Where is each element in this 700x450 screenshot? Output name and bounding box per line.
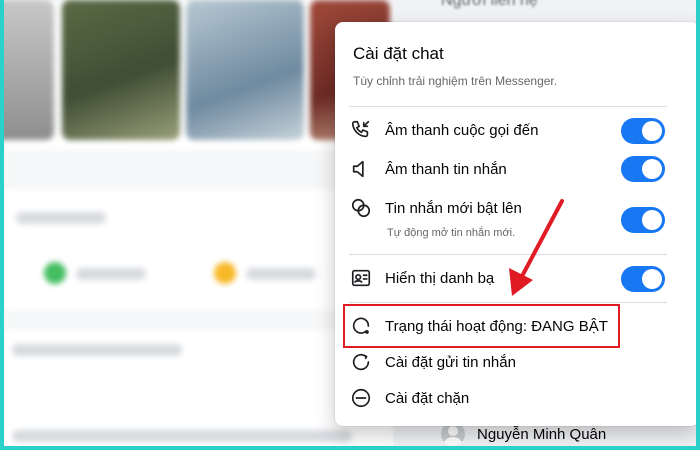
setting-label: Cài đặt gửi tin nhắn bbox=[385, 353, 516, 371]
divider bbox=[349, 106, 667, 107]
message-sound-toggle[interactable] bbox=[621, 156, 665, 182]
placeholder-line bbox=[12, 430, 352, 442]
block-icon bbox=[349, 386, 373, 410]
chat-bubbles-icon bbox=[349, 196, 373, 220]
toggle-knob bbox=[642, 121, 662, 141]
story-thumbnail bbox=[186, 0, 304, 140]
setting-label: Tin nhắn mới bật lên bbox=[385, 199, 522, 217]
divider bbox=[349, 254, 667, 255]
placeholder-line bbox=[16, 212, 106, 224]
send-settings-icon bbox=[349, 350, 373, 374]
screenshot-frame: Người liên hệ Nguyễn Minh Quân Cài đặt c… bbox=[4, 0, 696, 446]
panel-subtitle: Tùy chỉnh trải nghiệm trên Messenger. bbox=[353, 74, 558, 88]
toggle-knob bbox=[642, 210, 662, 230]
setting-label: Âm thanh tin nhắn bbox=[385, 160, 507, 178]
divider bbox=[349, 302, 667, 303]
incoming-call-sound-toggle[interactable] bbox=[621, 118, 665, 144]
panel-title: Cài đặt chat bbox=[353, 44, 444, 63]
live-video-icon bbox=[44, 262, 66, 284]
placeholder-line bbox=[12, 344, 182, 356]
story-thumbnail bbox=[4, 0, 54, 140]
toggle-knob bbox=[642, 269, 662, 289]
contacts-heading: Người liên hệ bbox=[441, 0, 538, 9]
story-thumbnail bbox=[62, 0, 180, 140]
incoming-call-icon bbox=[349, 118, 373, 142]
highlight-box bbox=[343, 304, 620, 348]
photo-icon bbox=[214, 262, 236, 284]
contact-name: Nguyễn Minh Quân bbox=[477, 425, 607, 443]
setting-label: Cài đặt chặn bbox=[385, 389, 470, 407]
toggle-knob bbox=[642, 159, 662, 179]
setting-hint: Tự động mở tin nhắn mới. bbox=[387, 227, 516, 239]
speaker-icon bbox=[349, 157, 373, 181]
setting-label: Âm thanh cuộc gọi đến bbox=[385, 121, 539, 139]
show-contacts-toggle[interactable] bbox=[621, 266, 665, 292]
setting-label: Hiển thị danh bạ bbox=[385, 269, 495, 287]
placeholder-line bbox=[246, 268, 316, 280]
setting-message-delivery[interactable]: Cài đặt gửi tin nhắn bbox=[349, 350, 669, 374]
placeholder-line bbox=[76, 268, 146, 280]
contact-card-icon bbox=[349, 266, 373, 290]
chat-settings-panel: Cài đặt chat Tùy chỉnh trải nghiệm trên … bbox=[335, 22, 696, 426]
popup-messages-toggle[interactable] bbox=[621, 207, 665, 233]
setting-block[interactable]: Cài đặt chặn bbox=[349, 386, 669, 410]
